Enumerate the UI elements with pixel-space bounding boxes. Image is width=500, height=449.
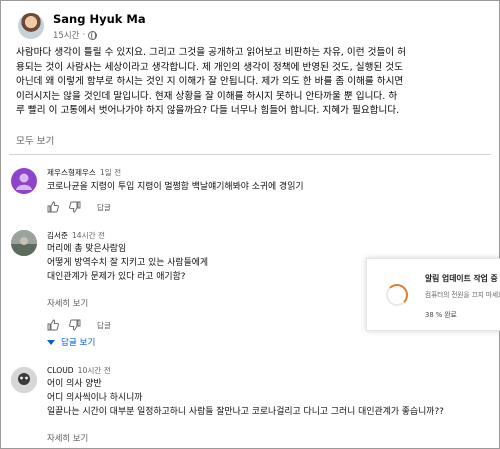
comment-text: 코로나균을 지령이 투입 지령이 멀쩡함 백날얘기해봐야 소귀에 경읽기 (47, 180, 304, 194)
comment-time: 10시간 전 (77, 366, 111, 375)
author-avatar[interactable] (18, 13, 44, 39)
meta-separator: · (82, 30, 86, 40)
comment-author: 김서준 14시간 전 (47, 230, 105, 241)
comment-actions: 답글 (47, 200, 111, 214)
post-time[interactable]: 15시간 (53, 29, 79, 41)
comment-line: 어이 의사 양반 (47, 379, 102, 389)
toast-progress: 38 % 완료 (425, 311, 457, 319)
chevron-down-icon (47, 339, 55, 345)
post-body-line: 루 빨리 이 고통에서 벗어나가야 하지 않을까요? 다들 너무나 힘들어 합니… (16, 105, 400, 117)
view-replies-button[interactable]: 답글 보기 (47, 336, 95, 348)
post-body: 사람마다 생각이 틀릴 수 있지요. 그리고 그것을 공개하고 읽어보고 비판하… (16, 46, 492, 119)
post-meta: 15시간 · (53, 29, 98, 41)
post-body-line: 이러시지는 않을 것인데 말입니다. 현재 상황을 잘 이해를 하시지 못하니 … (16, 90, 398, 102)
comment-time: 1일 전 (99, 168, 122, 177)
read-more-link[interactable]: 자세히 보기 (47, 297, 88, 309)
divider (9, 154, 491, 155)
comment-author-name[interactable]: 김서준 (47, 231, 68, 240)
comment-actions: 답글 (47, 318, 111, 332)
thumbs-down-icon[interactable] (69, 201, 81, 213)
post-author-name[interactable]: Sang Hyuk Ma (53, 12, 146, 26)
post-body-line: 용되는 것이 사람사는 세상이라고 생각합니다. 제 개인의 생각이 정책에 반… (16, 61, 403, 73)
toast-description: 컴퓨터의 전원을 끄지 마세요 (425, 291, 500, 299)
commenter-avatar[interactable] (11, 168, 37, 194)
comment-line: 일끝나는 시간이 대부분 일정하고하니 사람들 잘만나고 코로나걸리고 다니고 … (47, 407, 444, 417)
comment-author-name[interactable]: 제우스형제우스 (47, 168, 96, 177)
commenter-avatar[interactable] (11, 230, 37, 256)
read-more-link[interactable]: 자세히 보기 (47, 432, 88, 444)
comment-line: 대인관계가 문제가 있다 라고 애기함? (47, 272, 186, 282)
thumbs-down-icon[interactable] (69, 319, 81, 331)
post-body-line: 아닌데 왜 이렇게 함부로 하시는 것인 지 이해가 잘 안됩니다. 제가 의도… (16, 76, 404, 88)
reply-button[interactable]: 답글 (97, 320, 111, 331)
view-replies-label: 답글 보기 (61, 338, 96, 348)
comment-line: 어디 의사씩이나 하시니까 (47, 393, 143, 403)
see-translation-link[interactable]: 모두 보기 (16, 133, 54, 147)
screenshot-frame: Sang Hyuk Ma 15시간 · 사람마다 생각이 틀릴 수 있지요. 그… (0, 0, 500, 449)
comment-text: 어이 의사 양반 어디 의사씩이나 하시니까 일끝나는 시간이 대부분 일정하고… (47, 377, 444, 419)
loading-spinner-icon (386, 284, 408, 306)
comment-author-name[interactable]: CLOUD (47, 366, 74, 375)
globe-icon (88, 30, 98, 40)
reply-button[interactable]: 답글 (97, 202, 111, 213)
thumbs-up-icon[interactable] (47, 319, 59, 331)
post-body-line: 사람마다 생각이 틀릴 수 있지요. 그리고 그것을 공개하고 읽어보고 비판하… (16, 47, 406, 58)
update-notification-toast[interactable]: 알림 업데이트 작업 중 컴퓨터의 전원을 끄지 마세요 38 % 완료 (366, 258, 500, 331)
comment-text: 머리에 총 맞은사람임 어떻게 방역수치 잘 지키고 있는 사람들에게 대인관계… (47, 242, 208, 284)
comment-line: 머리에 총 맞은사람임 (47, 244, 127, 254)
comment-author: CLOUD 10시간 전 (47, 365, 111, 376)
commenter-avatar[interactable] (11, 367, 37, 393)
comment-line: 어떻게 방역수치 잘 지키고 있는 사람들에게 (47, 258, 209, 268)
comment-author: 제우스형제우스 1일 전 (47, 167, 121, 178)
comment-time: 14시간 전 (71, 231, 106, 240)
profile-photo-icon (11, 367, 37, 393)
thumbs-up-icon[interactable] (47, 201, 59, 213)
user-silhouette-icon (16, 173, 32, 190)
toast-title: 알림 업데이트 작업 중 (425, 274, 498, 283)
comment-line: 코로나균을 지령이 투입 지령이 멀쩡함 백날얘기해봐야 소귀에 경읽기 (47, 182, 304, 192)
profile-photo-icon (11, 230, 37, 256)
